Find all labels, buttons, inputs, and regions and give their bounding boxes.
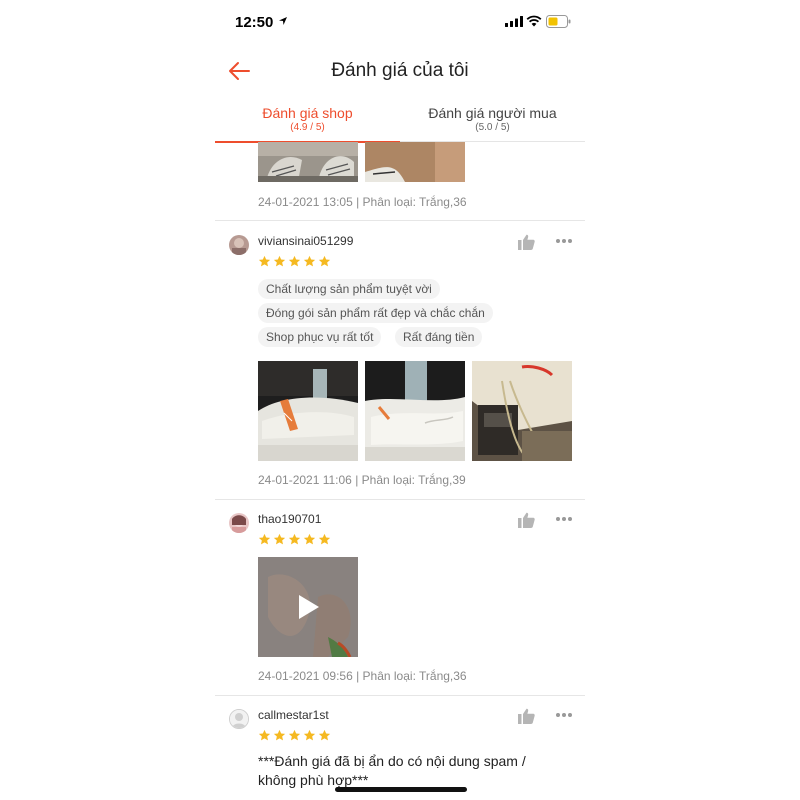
star-icon [273,255,286,267]
star-icon [273,729,286,741]
star-icon [288,255,301,267]
star-icon [303,729,316,741]
thumbs-up-icon[interactable] [518,708,535,724]
review-photo[interactable] [258,142,358,182]
tab-score: (4.9 / 5) [290,122,325,133]
thumbs-up-icon[interactable] [518,512,535,528]
review-meta: 24-01-2021 11:06 | Phân loại: Trắng,39 [258,473,466,487]
divider [215,220,585,221]
tab-shop-reviews[interactable]: Đánh giá shop (4.9 / 5) [215,104,400,143]
review-photo[interactable] [472,361,572,461]
star-icon [273,533,286,545]
review-meta: 24-01-2021 09:56 | Phân loại: Trắng,36 [258,669,467,683]
wifi-icon [526,15,542,27]
review-list[interactable]: 24-01-2021 13:05 | Phân loại: Trắng,36 v… [215,142,585,800]
app-header: Đánh giá của tôi [215,50,585,92]
more-options-icon[interactable] [555,516,573,522]
divider [215,499,585,500]
star-icon [258,533,271,545]
review-photo[interactable] [258,361,358,461]
status-time: 12:50 [235,14,274,31]
reviewer-username[interactable]: viviansinai051299 [258,234,353,248]
star-icon [303,255,316,267]
review-photo[interactable] [365,142,465,182]
review-tabs: Đánh giá shop (4.9 / 5) Đánh giá người m… [215,104,585,143]
tab-label: Đánh giá người mua [428,105,557,121]
avatar[interactable] [229,513,249,533]
star-rating [258,255,331,269]
page-title: Đánh giá của tôi [331,60,469,81]
tab-label: Đánh giá shop [262,105,353,121]
star-icon [318,729,331,741]
more-options-icon[interactable] [555,238,573,244]
star-rating [258,729,331,743]
divider [215,695,585,696]
review-photo[interactable] [365,361,465,461]
review-video[interactable] [258,557,358,657]
home-indicator[interactable] [335,787,467,792]
location-arrow-icon [279,17,287,25]
review-tag: Rất đáng tiền [395,327,483,347]
review-tag: Shop phục vụ rất tốt [258,327,382,347]
tab-score: (5.0 / 5) [475,122,510,133]
star-icon [288,729,301,741]
star-icon [258,255,271,267]
avatar[interactable] [229,709,249,729]
review-screen: 12:50 Đánh giá của tôi Đánh giá shop (4.… [215,0,585,800]
more-options-icon[interactable] [555,712,573,718]
star-rating [258,533,331,547]
cellular-signal-icon [505,16,523,27]
reviewer-username[interactable]: callmestar1st [258,708,329,722]
battery-icon [546,15,571,28]
review-tag: Đóng gói sản phẩm rất đẹp và chắc chắn [258,303,493,323]
star-icon [288,533,301,545]
star-icon [318,255,331,267]
tab-buyer-reviews[interactable]: Đánh giá người mua (5.0 / 5) [400,104,585,142]
reviewer-username[interactable]: thao190701 [258,512,321,526]
thumbs-up-icon[interactable] [518,234,535,250]
star-icon [303,533,316,545]
star-icon [258,729,271,741]
avatar[interactable] [229,235,249,255]
review-tag: Chất lượng sản phẩm tuyệt vời [258,279,440,299]
play-icon[interactable] [297,594,321,620]
status-bar: 12:50 [215,0,585,44]
review-meta: 24-01-2021 13:05 | Phân loại: Trắng,36 [258,195,467,209]
star-icon [318,533,331,545]
hidden-review-notice: ***Đánh giá đã bị ẩn do có nội dung spam… [258,753,526,788]
